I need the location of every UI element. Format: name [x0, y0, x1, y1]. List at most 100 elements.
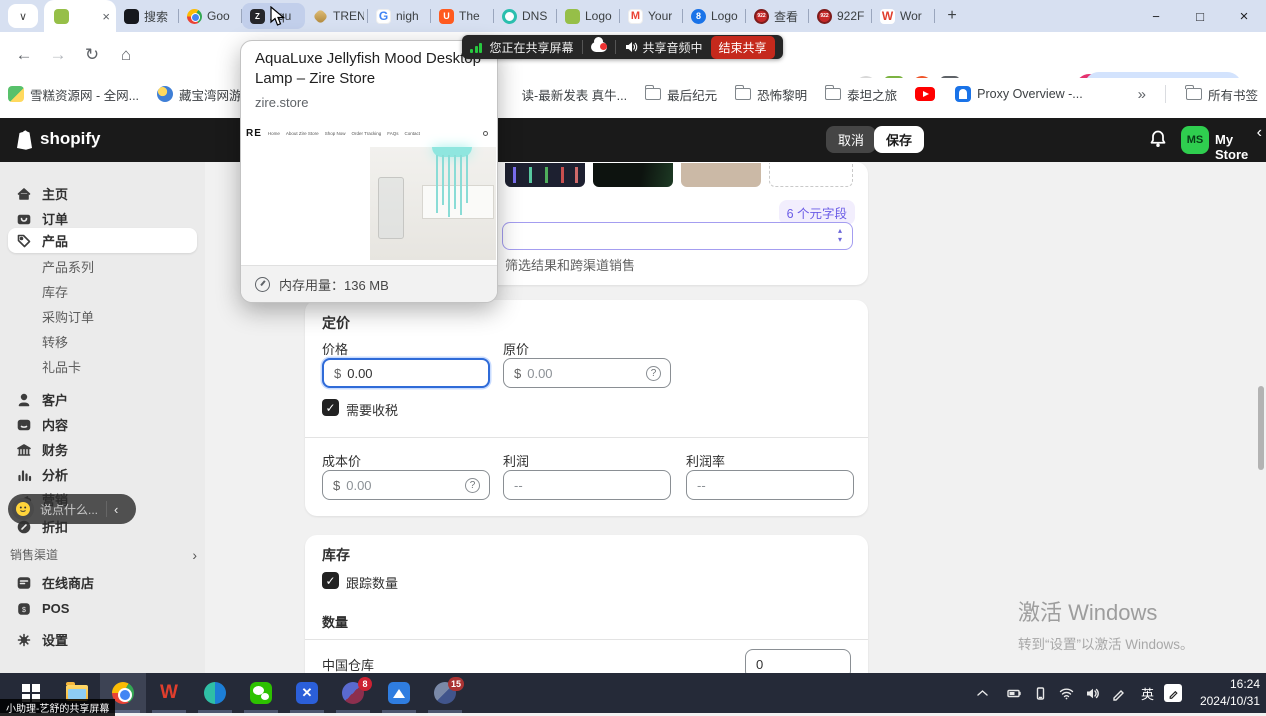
bookmark-youtube[interactable] — [915, 87, 937, 101]
bookmark-proxy[interactable]: Proxy Overview -... — [955, 86, 1083, 102]
sidebar-item-products[interactable]: 产品 — [8, 228, 197, 253]
chat-input-placeholder[interactable]: 说点什么... — [40, 501, 98, 518]
save-button[interactable]: 保存 — [874, 126, 924, 153]
proxy-favicon-icon — [955, 86, 971, 102]
reload-icon[interactable]: ↻ — [78, 41, 106, 69]
scrollbar-thumb[interactable] — [1258, 386, 1264, 470]
tab-label: DNS — [522, 9, 547, 23]
battery-icon[interactable] — [1007, 673, 1022, 713]
bookmarks-overflow-icon[interactable]: » — [1138, 86, 1146, 103]
store-avatar[interactable]: MS — [1181, 126, 1209, 154]
sidebar-item-customers[interactable]: 客户 — [8, 387, 197, 412]
all-bookmarks[interactable]: 所有书签 — [1186, 85, 1258, 104]
taskbar-app-badge15[interactable]: 15 — [422, 673, 468, 713]
margin-input[interactable]: -- — [686, 470, 854, 500]
wifi-icon[interactable] — [1059, 673, 1074, 713]
tab-night[interactable]: Gnigh — [368, 0, 431, 32]
window-minimize-button[interactable]: − — [1134, 0, 1178, 32]
product-thumbnail-2[interactable] — [593, 163, 673, 187]
zire-favicon-icon: Z — [250, 9, 265, 24]
tab-922-view[interactable]: 922查看 — [746, 0, 809, 32]
tab-the[interactable]: UThe — [431, 0, 494, 32]
track-quantity-checkbox[interactable]: ✓ — [322, 572, 339, 589]
taskbar-wechat[interactable] — [238, 673, 284, 713]
sidebar-item-finance[interactable]: 财务 — [8, 437, 197, 462]
stop-sharing-button[interactable]: 结束共享 — [711, 36, 775, 59]
sidebar-item-gift-cards[interactable]: 礼品卡 — [8, 354, 197, 379]
profit-input[interactable]: -- — [503, 470, 671, 500]
charge-tax-label: 需要收税 — [346, 400, 398, 419]
tab-word[interactable]: WWor — [872, 0, 935, 32]
window-close-button[interactable]: × — [1222, 0, 1266, 32]
back-icon[interactable]: ← — [10, 41, 38, 69]
chat-overlay-widget[interactable]: 说点什么... ‹ — [8, 494, 136, 524]
charge-tax-checkbox[interactable]: ✓ — [322, 399, 339, 416]
bookmark-cangbaowan[interactable]: 藏宝湾网游 — [157, 85, 242, 104]
tray-chevron-up[interactable] — [975, 673, 990, 713]
compare-price-input[interactable]: $ 0.00 ? — [503, 358, 671, 388]
pen-icon[interactable] — [1111, 673, 1126, 713]
product-thumbnail-3[interactable] — [681, 163, 761, 187]
sidebar-item-collections[interactable]: 产品系列 — [8, 254, 197, 279]
blue-favicon-icon: 8 — [691, 9, 706, 24]
window-maximize-button[interactable]: □ — [1178, 0, 1222, 32]
tab-search-button[interactable]: ∨ — [8, 4, 38, 28]
tab-label: nigh — [396, 9, 419, 23]
help-icon[interactable]: ? — [465, 478, 480, 493]
ime-language-indicator[interactable]: 英 — [1141, 673, 1154, 713]
sidebar-item-analytics[interactable]: 分析 — [8, 462, 197, 487]
new-tab-button[interactable]: + — [939, 3, 965, 29]
sidebar-item-content[interactable]: 内容 — [8, 412, 197, 437]
cloud-recorder-icon[interactable] — [591, 42, 607, 52]
sidebar-item-inventory[interactable]: 库存 — [8, 279, 197, 304]
tab-logo1[interactable]: Logo — [557, 0, 620, 32]
home-icon[interactable]: ⌂ — [112, 41, 140, 69]
sidebar-item-online-store[interactable]: 在线商店 — [8, 570, 197, 595]
bookmark-folder-taitan[interactable]: 泰坦之旅 — [825, 85, 897, 104]
close-icon[interactable]: × — [102, 9, 110, 24]
taskbar-app-badge8[interactable]: 8 — [330, 673, 376, 713]
sales-channels-header[interactable]: 销售渠道 › — [10, 546, 197, 563]
tab-dns[interactable]: DNS — [494, 0, 557, 32]
price-input[interactable]: $ 0.00 — [322, 358, 490, 388]
memory-gauge-icon — [255, 277, 270, 292]
chevron-left-icon[interactable]: ‹ — [114, 502, 118, 517]
cancel-button[interactable]: 取消 — [826, 126, 876, 153]
category-select[interactable]: ▴▾ — [502, 222, 853, 250]
help-icon[interactable]: ? — [646, 366, 661, 381]
sidebar-item-purchase-orders[interactable]: 采购订单 — [8, 304, 197, 329]
product-thumbnail-1[interactable] — [505, 163, 585, 187]
taskbar-teal-app[interactable] — [192, 673, 238, 713]
phone-link-icon[interactable] — [1033, 673, 1048, 713]
touch-keyboard-icon[interactable] — [1164, 673, 1182, 713]
tab-logo2[interactable]: 8Logo — [683, 0, 746, 32]
sidebar-item-home[interactable]: 主页 — [8, 181, 197, 206]
taskbar-x-app[interactable]: ✕ — [284, 673, 330, 713]
tab-google[interactable]: Goo — [179, 0, 242, 32]
taskbar-m-app[interactable] — [376, 673, 422, 713]
volume-icon[interactable] — [1085, 673, 1100, 713]
tag-icon — [16, 233, 32, 249]
sidebar-item-transfers[interactable]: 转移 — [8, 329, 197, 354]
tab-922f[interactable]: 922922F — [809, 0, 872, 32]
collapse-chevron-icon[interactable]: ‹ — [1257, 124, 1262, 142]
bookmark-folder-zuihou[interactable]: 最后纪元 — [645, 85, 717, 104]
cost-input[interactable]: $ 0.00 ? — [322, 470, 490, 500]
tab-active[interactable]: × — [44, 0, 116, 32]
sidebar-item-settings[interactable]: 设置 — [8, 627, 197, 652]
taskbar-wps[interactable]: W — [146, 673, 192, 713]
bookmark-du[interactable]: 读-最新发表 真牛... — [522, 85, 628, 104]
bookmark-folder-kongbu[interactable]: 恐怖黎明 — [735, 85, 807, 104]
notifications-bell-icon[interactable] — [1148, 129, 1168, 149]
tab-trendsi[interactable]: TREN — [305, 0, 368, 32]
bookmark-xuegao[interactable]: 雪糕资源网 - 全网... — [8, 85, 139, 104]
folder-icon — [825, 88, 841, 100]
add-media-button[interactable] — [769, 163, 853, 187]
x-app-icon: ✕ — [296, 682, 318, 704]
forward-icon[interactable]: → — [44, 41, 72, 69]
speaker-icon — [624, 40, 638, 54]
sidebar-item-pos[interactable]: $ POS — [8, 596, 197, 621]
taskbar-clock[interactable]: 16:24 2024/10/31 — [1200, 676, 1260, 710]
tab-gmail[interactable]: MYour — [620, 0, 683, 32]
tab-search-page[interactable]: 搜索 — [116, 0, 179, 32]
